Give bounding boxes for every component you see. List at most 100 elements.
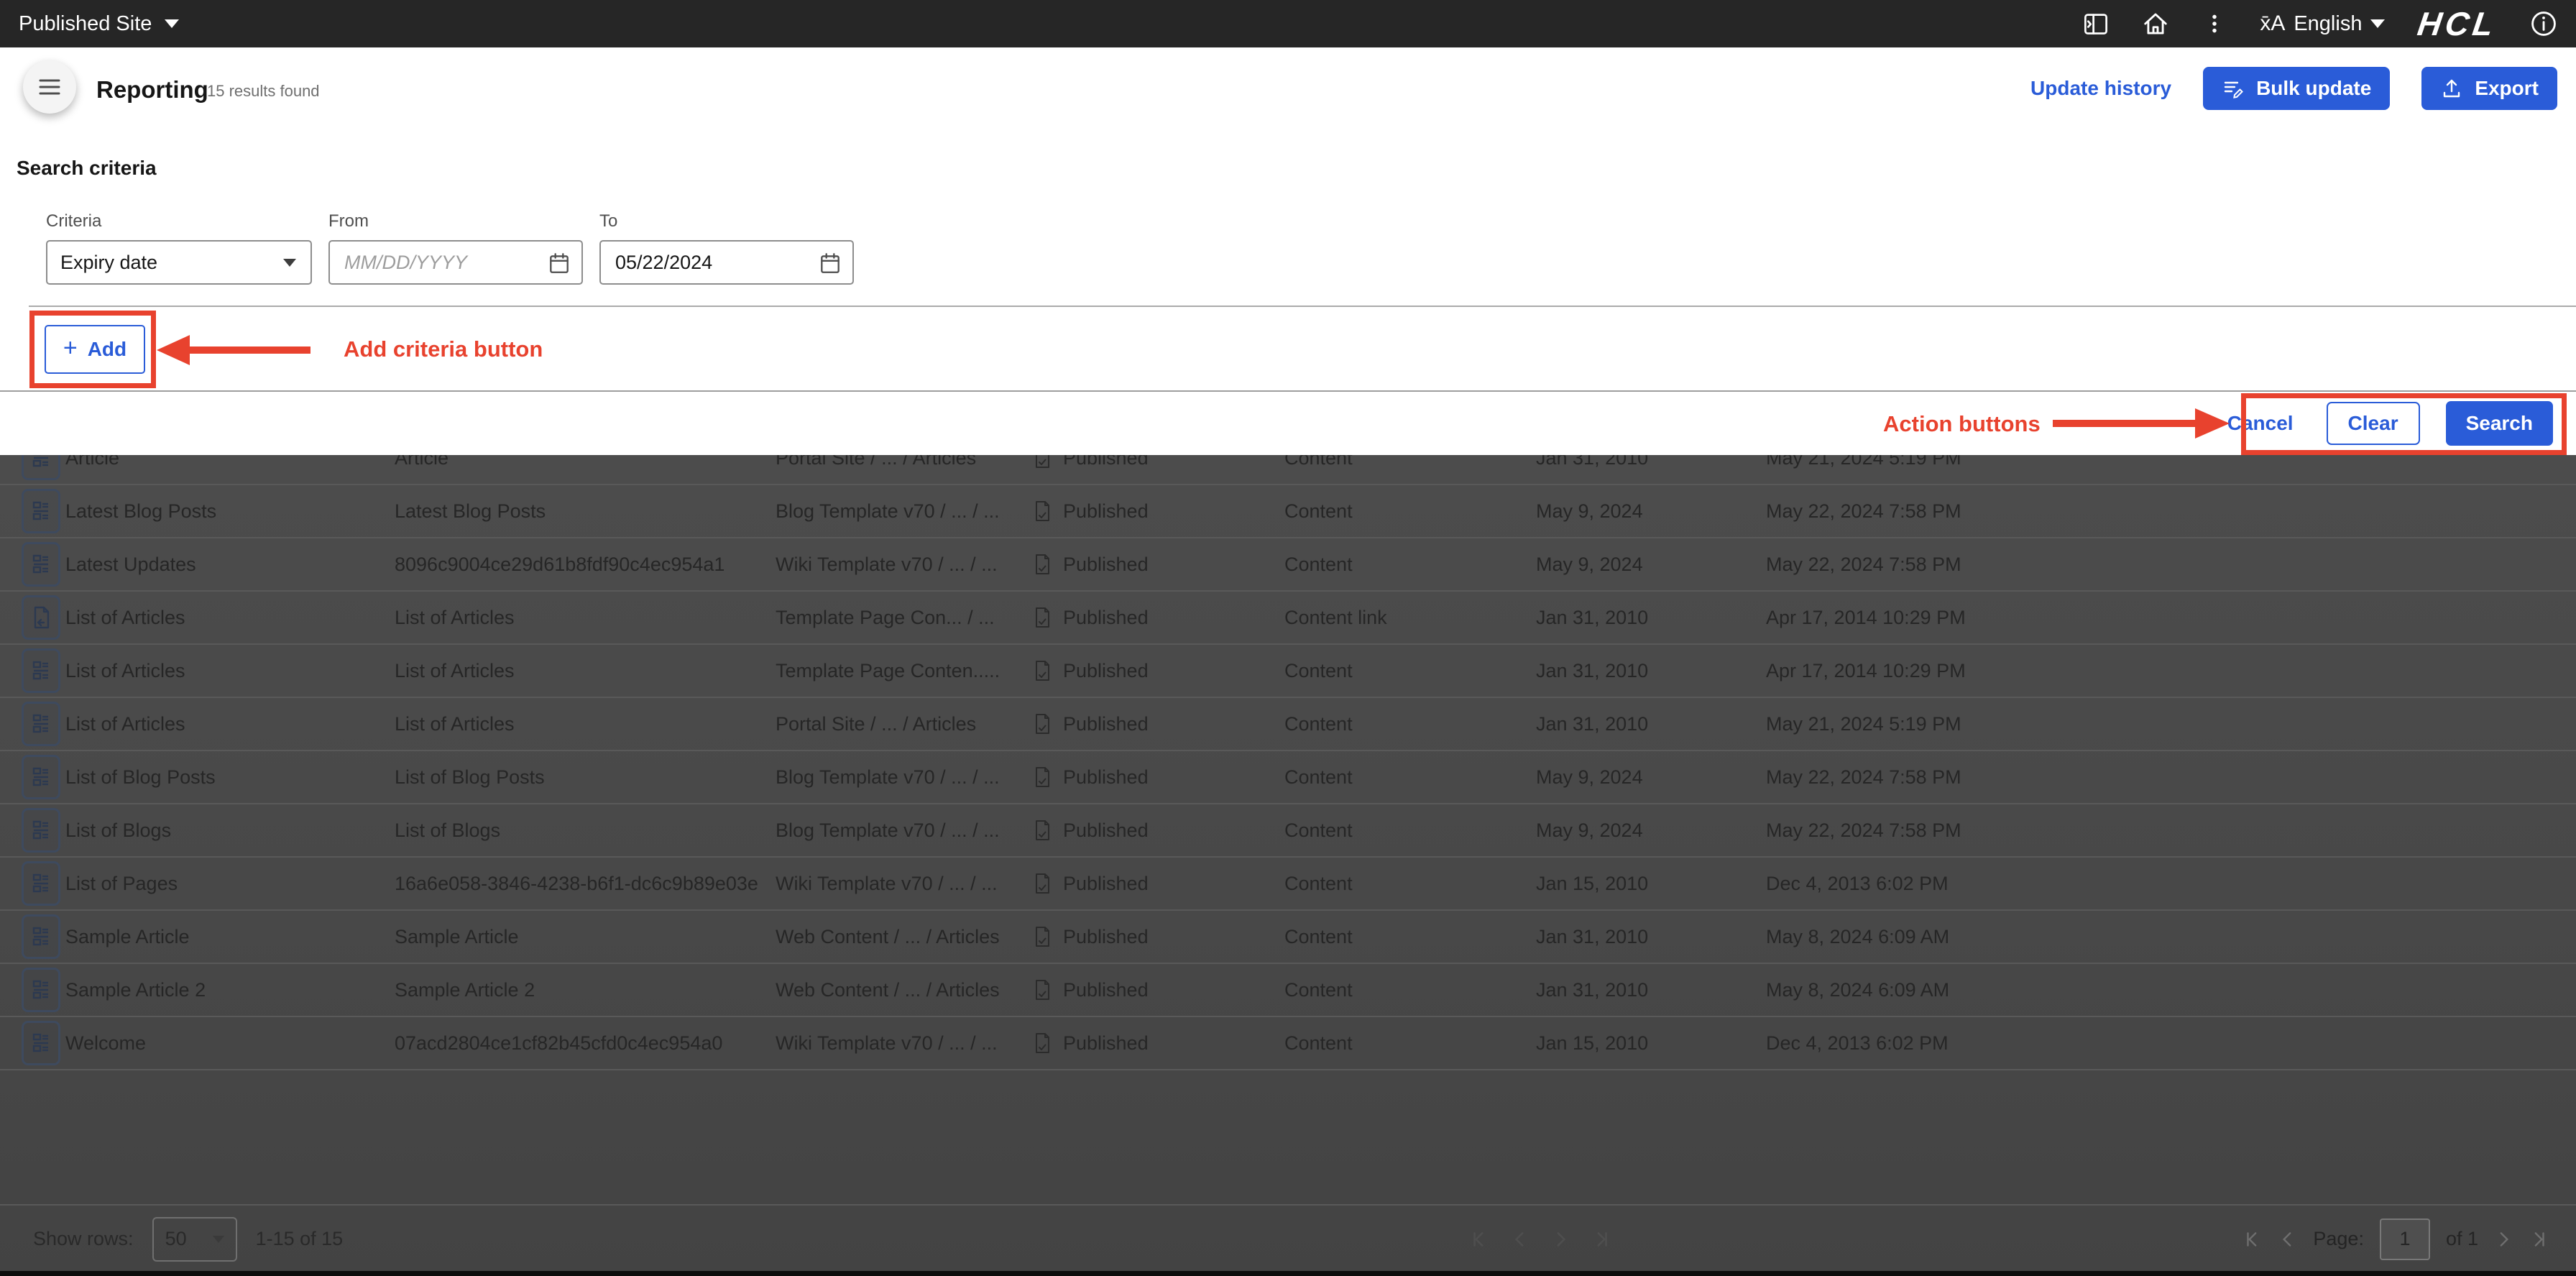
- overflow-menu-icon[interactable]: [2202, 12, 2227, 36]
- row-status: Published: [1063, 660, 1149, 682]
- table-row[interactable]: Sample Article Sample Article Web Conten…: [0, 911, 2576, 964]
- last-page-icon[interactable]: [1591, 1229, 1610, 1250]
- table-row[interactable]: List of Blogs List of Blogs Blog Templat…: [0, 804, 2576, 858]
- row-type: Content: [1284, 500, 1536, 523]
- row-location: Blog Template v70 / ... / ...: [776, 820, 1033, 842]
- from-date-input[interactable]: [343, 251, 518, 275]
- row-date: Jan 15, 2010: [1536, 873, 1766, 895]
- table-row[interactable]: Sample Article 2 Sample Article 2 Web Co…: [0, 964, 2576, 1017]
- row-name: Welcome: [65, 1032, 395, 1055]
- row-location: Web Content / ... / Articles: [776, 979, 1033, 1001]
- row-modified-date: May 22, 2024 7:58 PM: [1766, 554, 2576, 576]
- published-status-icon: [1033, 500, 1052, 523]
- published-status-icon: [1033, 712, 1052, 735]
- row-name: List of Articles: [65, 607, 395, 629]
- table-row[interactable]: List of Articles List of Articles Templa…: [0, 592, 2576, 645]
- content-icon: [30, 657, 52, 684]
- page-header: Reporting 15 results found Update histor…: [0, 47, 2576, 129]
- row-name: Sample Article 2: [65, 979, 395, 1001]
- row-location: Portal Site / ... / Articles: [776, 713, 1033, 735]
- row-type: Content: [1284, 660, 1536, 682]
- previous-page-icon[interactable]: [1511, 1229, 1530, 1250]
- open-panel-icon[interactable]: [2083, 11, 2109, 37]
- row-type: Content: [1284, 713, 1536, 735]
- content-type-tile: [22, 595, 60, 640]
- translate-icon: x̄A: [2260, 13, 2285, 35]
- row-title: List of Articles: [395, 660, 776, 682]
- row-type: Content link: [1284, 607, 1536, 629]
- row-title: Sample Article: [395, 926, 776, 948]
- row-date: Jan 15, 2010: [1536, 1032, 1766, 1055]
- page-number-input[interactable]: [2380, 1218, 2430, 1260]
- results-count: 15 results found: [207, 82, 320, 101]
- table-row[interactable]: Article Article Portal Site / ... / Arti…: [0, 455, 2576, 485]
- row-location: Wiki Template v70 / ... / ...: [776, 1032, 1033, 1055]
- row-modified-date: May 8, 2024 6:09 AM: [1766, 979, 2576, 1001]
- calendar-icon[interactable]: [818, 251, 842, 275]
- home-icon[interactable]: [2142, 10, 2169, 37]
- row-title: Latest Blog Posts: [395, 500, 776, 523]
- content-icon: [30, 497, 52, 525]
- previous-page-icon[interactable]: [2278, 1229, 2297, 1250]
- first-page-icon[interactable]: [2244, 1229, 2263, 1250]
- row-type: Content: [1284, 926, 1536, 948]
- row-location: Template Page Con... / ...: [776, 607, 1033, 629]
- table-row[interactable]: Welcome 07acd2804ce1cf82b45cfd0c4ec954a0…: [0, 1017, 2576, 1070]
- row-modified-date: May 22, 2024 7:58 PM: [1766, 500, 2576, 523]
- row-location: Portal Site / ... / Articles: [776, 455, 1033, 469]
- row-status: Published: [1063, 554, 1149, 576]
- row-location: Wiki Template v70 / ... / ...: [776, 873, 1033, 895]
- criteria-select[interactable]: Expiry date: [46, 240, 312, 285]
- content-link-icon: [30, 604, 52, 631]
- row-title: List of Blog Posts: [395, 766, 776, 789]
- table-row[interactable]: List of Blog Posts List of Blog Posts Bl…: [0, 751, 2576, 804]
- last-page-icon[interactable]: [2529, 1229, 2547, 1250]
- row-type: Content: [1284, 766, 1536, 789]
- content-icon: [30, 710, 52, 738]
- table-row[interactable]: List of Pages 16a6e058-3846-4238-b6f1-dc…: [0, 858, 2576, 911]
- table-row[interactable]: Latest Updates 8096c9004ce29d61b8fdf90c4…: [0, 538, 2576, 592]
- results-table-overlay: Article Article Portal Site / ... / Arti…: [0, 455, 2576, 1276]
- add-annotation-arrow: [188, 346, 310, 354]
- content-icon: [30, 1029, 52, 1057]
- info-icon[interactable]: [2530, 10, 2557, 37]
- calendar-icon[interactable]: [547, 251, 571, 275]
- published-status-icon: [1033, 606, 1052, 629]
- row-title: 07acd2804ce1cf82b45cfd0c4ec954a0: [395, 1032, 776, 1055]
- row-location: Web Content / ... / Articles: [776, 926, 1033, 948]
- menu-button[interactable]: [23, 60, 76, 114]
- published-status-icon: [1033, 659, 1052, 682]
- row-date: Jan 31, 2010: [1536, 926, 1766, 948]
- divider: [29, 306, 2576, 307]
- row-name: List of Articles: [65, 713, 395, 735]
- from-label: From: [328, 211, 583, 231]
- published-status-icon: [1033, 925, 1052, 948]
- published-status-icon: [1033, 553, 1052, 576]
- site-switcher[interactable]: Published Site: [19, 12, 179, 36]
- row-title: List of Blogs: [395, 820, 776, 842]
- page-label: Page:: [2313, 1228, 2364, 1250]
- to-date-input[interactable]: [614, 251, 789, 275]
- chevron-down-icon: [283, 259, 296, 267]
- content-type-tile: [22, 914, 60, 959]
- table-row[interactable]: Latest Blog Posts Latest Blog Posts Blog…: [0, 485, 2576, 538]
- bulk-update-button[interactable]: Bulk update: [2203, 67, 2390, 110]
- first-page-icon[interactable]: [1471, 1229, 1489, 1250]
- content-icon: [30, 976, 52, 1004]
- update-history-link[interactable]: Update history: [2030, 77, 2171, 100]
- row-status: Published: [1063, 926, 1149, 948]
- export-button[interactable]: Export: [2421, 67, 2557, 110]
- row-location: Blog Template v70 / ... / ...: [776, 766, 1033, 789]
- row-modified-date: Apr 17, 2014 10:29 PM: [1766, 607, 2576, 629]
- language-selector[interactable]: x̄A English: [2260, 12, 2385, 36]
- row-date: May 9, 2024: [1536, 820, 1766, 842]
- next-page-icon[interactable]: [1551, 1229, 1570, 1250]
- rows-per-page-select[interactable]: 50: [152, 1217, 237, 1262]
- row-name: Latest Updates: [65, 554, 395, 576]
- row-modified-date: May 21, 2024 5:19 PM: [1766, 713, 2576, 735]
- next-page-icon[interactable]: [2494, 1229, 2513, 1250]
- table-row[interactable]: List of Articles List of Articles Portal…: [0, 698, 2576, 751]
- top-bar: Published Site x̄A English HCL: [0, 0, 2576, 47]
- table-row[interactable]: List of Articles List of Articles Templa…: [0, 645, 2576, 698]
- row-title: 16a6e058-3846-4238-b6f1-dc6c9b89e03e: [395, 873, 776, 895]
